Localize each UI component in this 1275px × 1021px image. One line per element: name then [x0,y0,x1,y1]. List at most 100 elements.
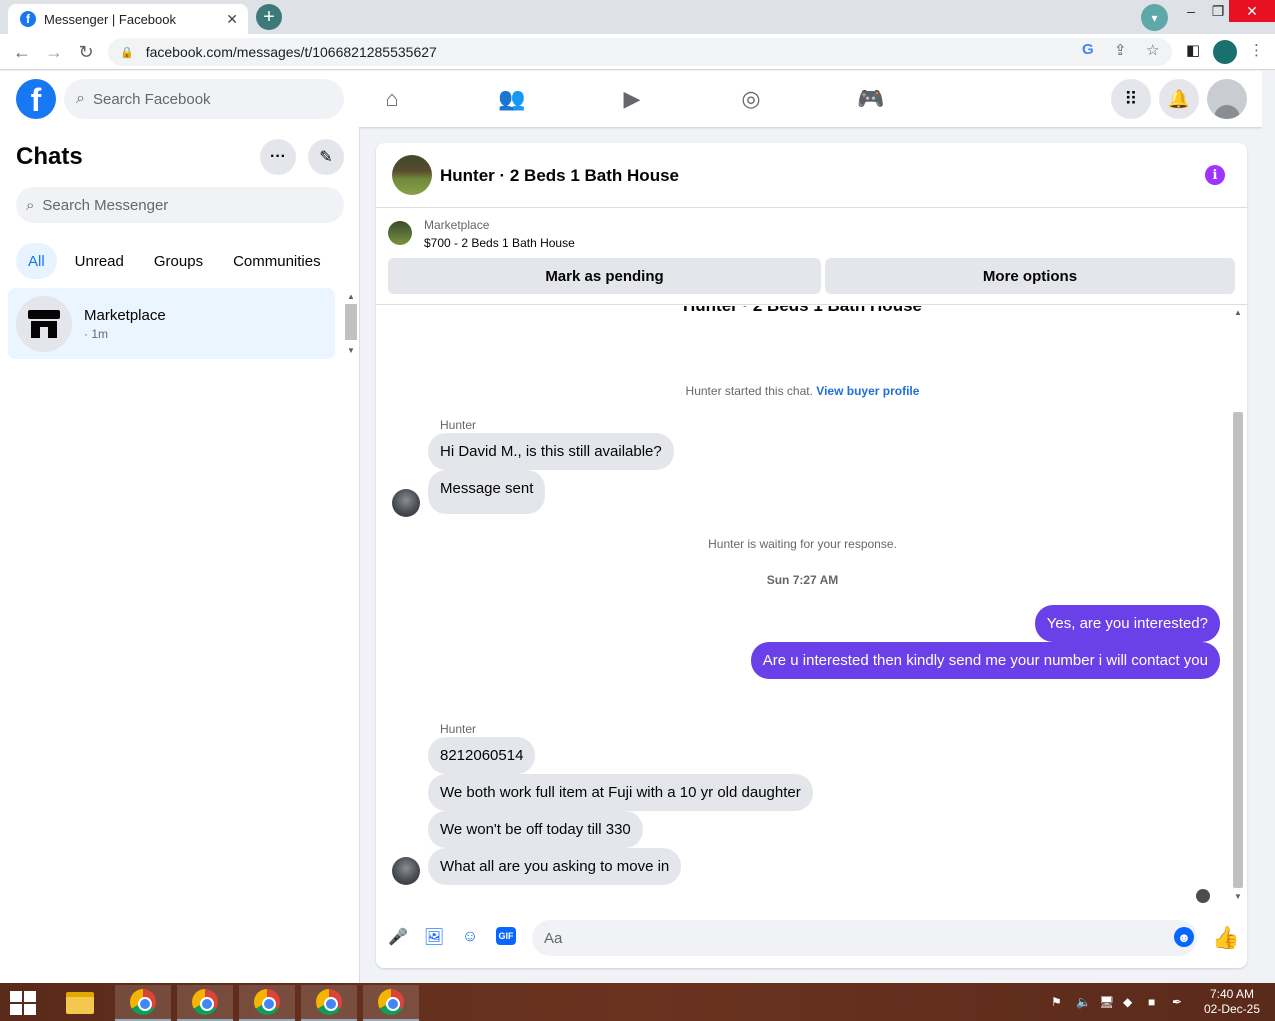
browser-menu-icon[interactable]: ⋮ [1249,41,1264,59]
seen-indicator-avatar [1196,889,1210,903]
menu-grid-icon[interactable]: ⠿ [1111,79,1151,119]
share-icon[interactable]: ⇪ [1114,41,1127,59]
taskbar-clock[interactable]: 7:40 AM 02-Dec-25 [1196,987,1268,1017]
watch-video-icon[interactable]: ▶ [619,86,645,112]
thumbs-up-like-icon[interactable]: 👍 [1212,925,1239,951]
chat-name: Marketplace [84,306,166,324]
app-tray-icon[interactable]: ◆ [1123,995,1132,1009]
filter-communities[interactable]: Communities [221,243,333,279]
listing-title[interactable]: $700 - 2 Beds 1 Bath House [424,236,575,250]
chrome-taskbar-icon[interactable] [239,985,295,1021]
forward-arrow-icon[interactable]: → [43,41,65,63]
incoming-message[interactable]: Hi David M., is this still available? [428,433,674,470]
message-input-placeholder: Aa [544,929,563,947]
filter-all[interactable]: All [16,243,57,279]
tab-close-icon[interactable]: ✕ [226,11,238,28]
flag-tray-icon[interactable]: ⚑ [1051,995,1062,1009]
facebook-search-placeholder: Search Facebook [92,90,211,108]
chat-list-item-marketplace[interactable]: Marketplace · 1m [8,288,335,359]
more-options-button[interactable]: More options [825,258,1235,294]
facebook-favicon-icon: f [20,11,36,27]
volume-tray-icon[interactable]: 🔈 [1076,995,1091,1009]
facebook-logo-icon[interactable]: f [16,79,56,119]
tab-search-chevron-icon[interactable]: ▾ [1141,4,1168,31]
thread-listing-heading: Hunter · 2 Beds 1 Bath House [376,306,1229,316]
search-icon: ⌕ [76,90,85,107]
back-arrow-icon[interactable]: ← [11,41,33,63]
url-text: facebook.com/messages/t/1066821285535627 [145,44,437,60]
chat-started-text: Hunter started this chat. [685,384,813,398]
sticker-icon[interactable]: ☺ [460,927,480,947]
notifications-bell-icon[interactable]: 🔔 [1159,79,1199,119]
sender-name: Hunter [440,722,477,736]
microphone-icon[interactable]: 🎤 [388,927,408,947]
chat-list-scrollbar[interactable]: ▲ ▼ [344,290,358,358]
message-input[interactable]: Aa [532,920,1197,956]
windows-taskbar: ⚑ 🔈 🖥 ◆ ■ ✒ 7:40 AM 02-Dec-25 [0,983,1275,1021]
listing-avatar[interactable] [392,155,432,195]
side-panel-icon[interactable]: ◧ [1186,41,1200,59]
messenger-search-placeholder: Search Messenger [42,196,169,214]
info-icon[interactable]: i [1205,165,1225,185]
outgoing-message[interactable]: Are u interested then kindly send me you… [750,642,1220,679]
incoming-message[interactable]: Message sent [428,470,546,514]
window-close-button[interactable]: ✕ [1229,0,1275,22]
incoming-message[interactable]: We both work full item at Fuji with a 10… [428,774,813,811]
message-composer: 🎤 🖼 ☺ GIF Aa ☻ 👍 [376,913,1247,963]
chats-heading: Chats [16,143,83,170]
thread-scrollbar[interactable]: ▲ ▼ [1231,306,1245,906]
conversation-panel: Hunter · 2 Beds 1 Bath House i Marketpla… [376,143,1247,968]
new-tab-button[interactable]: + [256,4,282,30]
home-icon[interactable]: ⌂ [379,86,405,112]
listing-thumbnail[interactable] [388,221,412,245]
clock-date: 02-Dec-25 [1203,1002,1261,1016]
filter-unread[interactable]: Unread [63,243,136,279]
marketplace-label: Marketplace [424,218,490,232]
app-tray-icon[interactable]: ■ [1148,995,1155,1009]
incoming-message[interactable]: We won't be off today till 330 [428,811,643,848]
url-bar[interactable]: 🔒 facebook.com/messages/t/10668212855356… [108,38,1172,66]
chrome-taskbar-icon[interactable] [301,985,357,1021]
clock-time: 7:40 AM [1209,987,1255,1001]
pen-tray-icon[interactable]: ✒ [1172,995,1182,1009]
marketplace-store-icon [16,295,72,352]
network-tray-icon[interactable]: 🖥 [1099,995,1114,1009]
groups-icon[interactable]: ◎ [738,86,764,112]
messenger-search-input[interactable]: ⌕ Search Messenger [16,187,344,223]
browser-profile-avatar[interactable] [1213,40,1237,64]
view-buyer-profile-link[interactable]: View buyer profile [816,384,919,398]
mark-as-pending-button[interactable]: Mark as pending [388,258,821,294]
hunter-avatar[interactable] [392,489,420,517]
gif-icon[interactable]: GIF [496,927,516,945]
browser-tab-messenger[interactable]: f Messenger | Facebook ✕ [8,4,248,34]
file-explorer-icon[interactable] [52,985,108,1021]
gaming-icon[interactable]: 🎮 [857,86,884,112]
chrome-taskbar-icon[interactable] [363,985,419,1021]
filter-groups[interactable]: Groups [142,243,215,279]
google-lens-icon[interactable]: G [1082,41,1094,58]
bookmark-star-icon[interactable]: ☆ [1146,41,1159,59]
outgoing-message[interactable]: Yes, are you interested? [1034,605,1220,642]
windows-start-icon[interactable] [10,991,36,1015]
new-message-compose-icon[interactable]: ✎ [308,139,344,175]
chrome-taskbar-icon[interactable] [115,985,171,1021]
emoji-icon[interactable]: ☻ [1174,927,1194,947]
chat-filter-tabs: All Unread Groups Communities [16,243,333,279]
attach-photo-icon[interactable]: 🖼 [424,927,444,947]
account-avatar[interactable] [1207,79,1247,119]
reload-icon[interactable]: ↻ [75,41,97,63]
chrome-taskbar-icon[interactable] [177,985,233,1021]
more-options-dots-icon[interactable]: ··· [260,139,296,175]
browser-tab-strip: f Messenger | Facebook ✕ + ▾ – ❐ ✕ [0,0,1275,34]
incoming-message[interactable]: What all are you asking to move in [428,848,682,885]
search-icon: ⌕ [26,196,35,214]
facebook-search-input[interactable]: ⌕ Search Facebook [64,79,344,119]
hunter-avatar[interactable] [392,857,420,885]
conversation-title[interactable]: Hunter · 2 Beds 1 Bath House [440,166,679,186]
page-scrollbar[interactable] [1262,71,1275,983]
chats-sidebar: Chats ··· ✎ ⌕ Search Messenger All Unrea… [0,127,360,983]
message-thread: Hunter · 2 Beds 1 Bath House Hunter star… [376,306,1247,908]
message-timestamp: Sun 7:27 AM [766,573,839,587]
friends-icon[interactable]: 👥 [498,86,525,112]
incoming-message[interactable]: 8212060514 [428,737,536,774]
